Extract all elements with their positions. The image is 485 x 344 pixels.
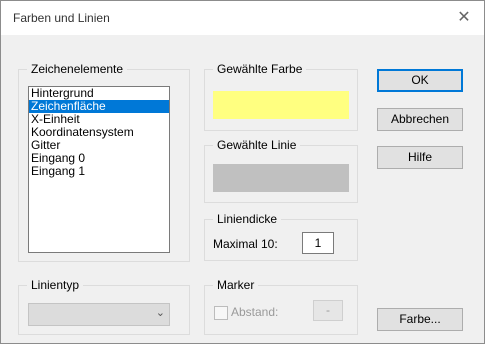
elements-group: Zeichenelemente Hintergrund Zeichenfläch… (18, 62, 190, 262)
distance-label: Abstand: (231, 305, 279, 319)
color-group-label: Gewählte Farbe (213, 62, 307, 76)
ok-button[interactable]: OK (377, 69, 463, 92)
window-title: Farben und Linien (13, 11, 110, 25)
color-group: Gewählte Farbe (204, 62, 358, 131)
color-button[interactable]: Farbe... (377, 308, 463, 331)
list-item[interactable]: Eingang 1 (29, 165, 169, 178)
marker-group: Marker Abstand: - (204, 278, 358, 335)
line-group: Gewählte Linie (204, 138, 358, 203)
linetype-group-label: Linientyp (27, 278, 84, 292)
distance-checkbox[interactable] (214, 306, 228, 320)
thickness-group: Liniendicke Maximal 10: 1 (204, 212, 358, 261)
elements-listbox[interactable]: Hintergrund Zeichenfläche X-Einheit Koor… (28, 86, 170, 253)
linetype-select[interactable]: ⌄ (28, 303, 170, 326)
cancel-button[interactable]: Abbrechen (377, 108, 463, 131)
linetype-group: Linientyp ⌄ (18, 278, 190, 335)
marker-group-label: Marker (213, 278, 259, 292)
distance-stepper-button[interactable]: - (313, 300, 343, 321)
max-thickness-label: Maximal 10: (213, 237, 278, 251)
help-button[interactable]: Hilfe (377, 146, 463, 169)
chevron-down-icon: ⌄ (155, 307, 165, 319)
line-swatch (213, 164, 349, 192)
thickness-input[interactable]: 1 (302, 232, 334, 254)
thickness-group-label: Liniendicke (213, 212, 282, 226)
title-bar: Farben und Linien ✕ (1, 1, 484, 35)
close-icon[interactable]: ✕ (454, 8, 474, 28)
line-group-label: Gewählte Linie (213, 138, 301, 152)
dialog-window: Farben und Linien ✕ Zeichenelemente Hint… (0, 0, 485, 344)
color-swatch (213, 91, 349, 119)
elements-group-label: Zeichenelemente (27, 62, 128, 76)
